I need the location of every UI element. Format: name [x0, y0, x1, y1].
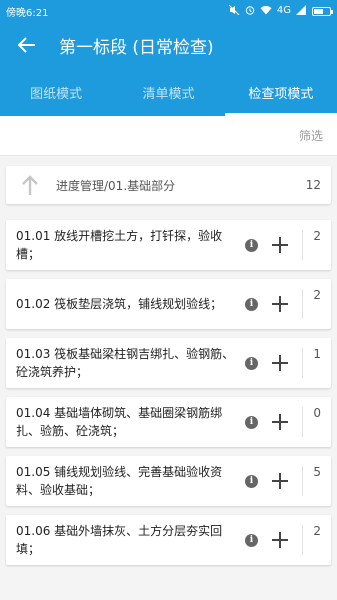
divider — [302, 466, 303, 496]
breadcrumb-count: 12 — [305, 178, 321, 192]
item-count: 2 — [313, 229, 321, 243]
tab-label: 清单模式 — [142, 86, 195, 102]
list-item[interactable]: 01.03 筏板基础梁柱钢吉绑扎、验钢筋、砼浇筑养护； i 1 — [6, 338, 331, 388]
add-icon[interactable] — [272, 414, 288, 430]
network-type: 4G — [276, 5, 291, 16]
add-icon[interactable] — [272, 532, 288, 548]
filter-bar: 筛选 — [0, 116, 337, 156]
divider — [302, 230, 303, 260]
app-bar: 第一标段 (日常检查) — [0, 22, 337, 68]
status-time: 傍晚6:21 — [6, 7, 49, 19]
divider — [302, 525, 303, 555]
item-text: 01.04 基础墙体砌筑、基础圈梁钢筋绑扎、验筋、砼浇筑； — [16, 406, 223, 438]
arrow-left-icon[interactable] — [16, 34, 38, 56]
tab-inspection-mode[interactable]: 检查项模式 — [224, 68, 337, 116]
list-item[interactable]: 01.04 基础墙体砌筑、基础圈梁钢筋绑扎、验筋、砼浇筑； i 0 — [6, 397, 331, 447]
add-icon[interactable] — [272, 473, 288, 489]
breadcrumb-path: 进度管理/01.基础部分 — [56, 178, 176, 193]
list-item[interactable]: 01.01 放线开槽挖土方，打钎探，验收槽； i 2 — [6, 220, 331, 270]
add-icon[interactable] — [272, 355, 288, 371]
tab-drawing-mode[interactable]: 图纸模式 — [0, 68, 112, 116]
breadcrumb: 进度管理/01.基础部分 12 — [6, 166, 331, 204]
info-icon[interactable]: i — [245, 238, 258, 252]
add-icon[interactable] — [272, 296, 288, 312]
filter-button[interactable]: 筛选 — [299, 127, 323, 144]
signal-icon — [296, 4, 307, 18]
item-count: 1 — [313, 347, 321, 361]
item-text: 01.01 放线开槽挖土方，打钎探，验收槽； — [16, 229, 223, 261]
info-icon[interactable]: i — [245, 356, 258, 370]
alarm-icon — [245, 5, 255, 18]
item-count: 2 — [313, 524, 321, 538]
wifi-icon — [260, 5, 272, 18]
item-count: 0 — [313, 406, 321, 420]
tab-label: 检查项模式 — [248, 86, 314, 102]
page-title: 第一标段 (日常检查) — [59, 37, 214, 58]
item-text: 01.03 筏板基础梁柱钢吉绑扎、验钢筋、砼浇筑养护； — [16, 347, 235, 379]
tab-label: 图纸模式 — [30, 86, 83, 102]
up-arrow-icon[interactable] — [20, 173, 40, 197]
divider — [302, 289, 303, 319]
list-item[interactable]: 01.06 基础外墙抹灰、土方分层夯实回填； i 2 — [6, 515, 331, 565]
info-icon[interactable]: i — [245, 415, 258, 429]
tab-list-mode[interactable]: 清单模式 — [112, 68, 224, 116]
status-icons: 4G — [228, 4, 333, 18]
item-count: 5 — [313, 465, 321, 479]
list-item[interactable]: 01.02 筏板垫层浇筑，铺线规划验线； i 2 — [6, 279, 331, 329]
add-icon[interactable] — [272, 237, 288, 253]
item-text: 01.02 筏板垫层浇筑，铺线规划验线； — [16, 297, 223, 311]
info-icon[interactable]: i — [245, 533, 258, 547]
info-icon[interactable]: i — [245, 297, 258, 311]
divider — [302, 407, 303, 437]
status-bar: 傍晚6:21 4G — [0, 0, 337, 22]
inspection-list: 01.01 放线开槽挖土方，打钎探，验收槽； i 2 01.02 筏板垫层浇筑，… — [0, 220, 337, 565]
item-count: 2 — [313, 288, 321, 302]
item-text: 01.05 铺线规划验线、完善基础验收资料、验收基础； — [16, 465, 223, 497]
mode-tabs: 图纸模式 清单模式 检查项模式 — [0, 68, 337, 116]
list-item[interactable]: 01.05 铺线规划验线、完善基础验收资料、验收基础； i 5 — [6, 456, 331, 506]
mute-icon — [228, 4, 240, 18]
info-icon[interactable]: i — [245, 474, 258, 488]
item-text: 01.06 基础外墙抹灰、土方分层夯实回填； — [16, 524, 223, 556]
battery-icon — [312, 6, 333, 16]
divider — [302, 348, 303, 378]
